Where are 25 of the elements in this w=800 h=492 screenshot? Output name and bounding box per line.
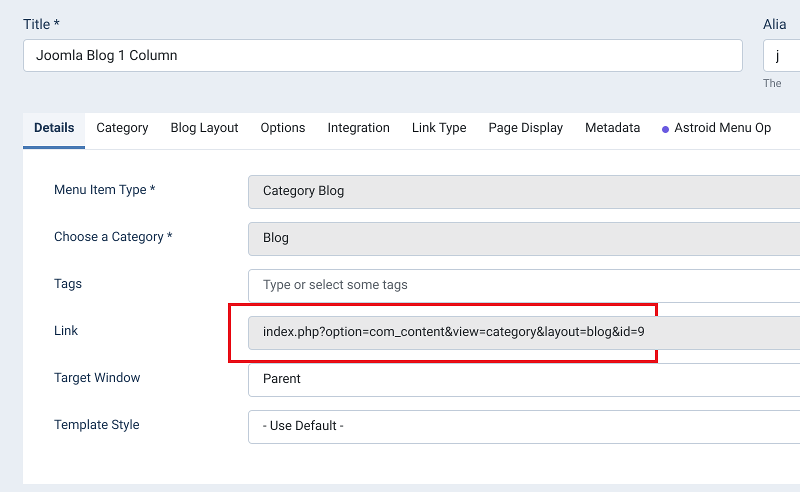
tab[interactable]: Astroid Menu Op — [651, 112, 782, 148]
tab[interactable]: Link Type — [400, 112, 478, 148]
title-label: Title * — [23, 16, 60, 34]
tab[interactable]: Metadata — [574, 112, 652, 148]
alias-hint: The — [763, 76, 782, 92]
tab[interactable]: Blog Layout — [159, 112, 250, 148]
title-input[interactable]: Joomla Blog 1 Column — [23, 39, 743, 72]
input-field[interactable]: Parent — [248, 362, 800, 396]
input-field[interactable]: Type or select some tags — [248, 268, 800, 302]
readonly-field[interactable]: index.php?option=com_content&view=category&layout=blog&id=9 — [248, 316, 800, 350]
field-label: Tags — [54, 276, 84, 294]
field-label: Link — [54, 322, 79, 340]
alias-label: Alia — [763, 16, 787, 34]
readonly-field[interactable]: Category Blog — [248, 174, 800, 208]
tab[interactable]: Category — [85, 112, 160, 148]
field-label: Choose a Category * — [54, 228, 174, 246]
tab[interactable]: Integration — [316, 112, 401, 148]
field-label: Target Window — [54, 370, 142, 388]
tab[interactable]: Options — [250, 112, 317, 148]
field-label: Menu Item Type * — [54, 182, 156, 200]
tab[interactable]: Page Display — [477, 112, 574, 148]
input-field[interactable]: - Use Default - — [248, 410, 800, 444]
tab[interactable]: Details — [23, 112, 86, 148]
readonly-field[interactable]: Blog — [248, 222, 800, 256]
field-label: Template Style — [54, 416, 141, 434]
